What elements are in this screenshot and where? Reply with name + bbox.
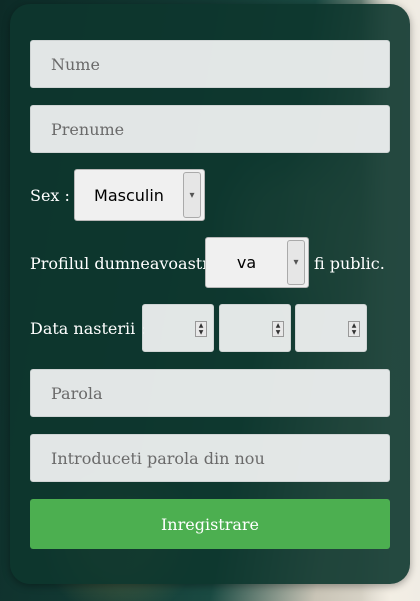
profile-prefix-label: Profilul dumneavoastra <box>30 254 220 273</box>
nume-input[interactable] <box>30 40 390 88</box>
birth-year-input[interactable]: ▲ ▼ <box>295 304 367 352</box>
birth-day-input[interactable]: ▲ ▼ <box>142 304 214 352</box>
register-button[interactable]: Inregistrare <box>30 499 390 549</box>
chevron-down-icon: ▾ <box>287 240 305 285</box>
password-confirm-input[interactable] <box>30 434 390 482</box>
birthdate-label: Data nasterii : <box>30 319 146 338</box>
sex-select[interactable]: Masculin ▾ <box>74 169 205 221</box>
registration-panel <box>10 4 410 584</box>
profile-visibility-value: va <box>236 253 257 272</box>
chevron-down-icon: ▾ <box>183 172 201 218</box>
sex-label: Sex : <box>30 186 70 205</box>
birth-month-input[interactable]: ▲ ▼ <box>219 304 291 352</box>
prenume-input[interactable] <box>30 105 390 153</box>
sex-select-value: Masculin <box>94 185 164 205</box>
spinner-icon[interactable]: ▲ ▼ <box>348 321 360 337</box>
spinner-icon[interactable]: ▲ ▼ <box>272 321 284 337</box>
profile-suffix-label: fi public. <box>314 254 385 273</box>
profile-visibility-select[interactable]: va ▾ <box>205 237 309 288</box>
password-input[interactable] <box>30 369 390 417</box>
spinner-icon[interactable]: ▲ ▼ <box>195 321 207 337</box>
